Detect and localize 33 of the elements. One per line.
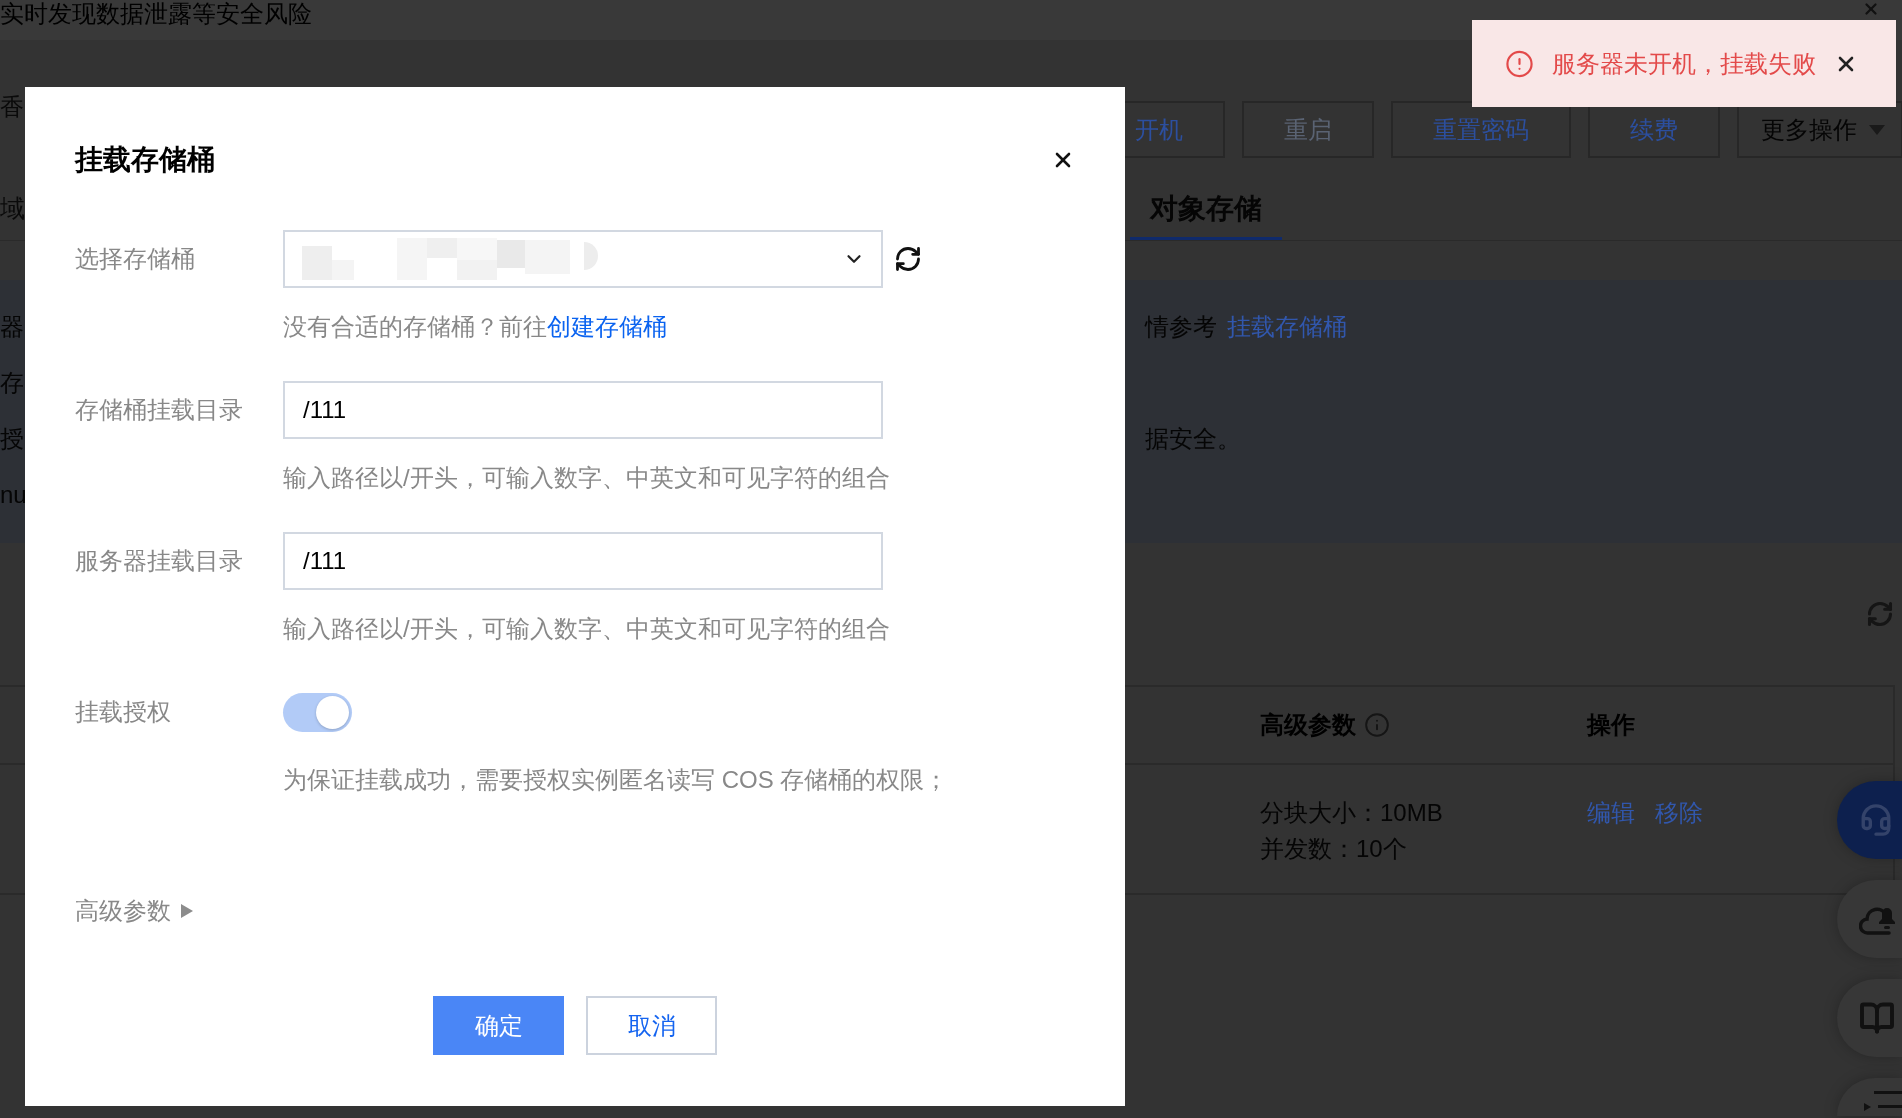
field-label: 存储桶挂载目录 xyxy=(75,395,243,425)
dialog-title: 挂载存储桶 xyxy=(75,144,215,176)
notice-text: 实时发现数据泄露等安全风险 xyxy=(0,0,312,28)
caret-icon xyxy=(1869,124,1885,135)
book-icon xyxy=(1859,1000,1895,1036)
create-bucket-link[interactable]: 创建存储桶 xyxy=(547,313,667,340)
action-button[interactable]: 重置密码 xyxy=(1391,101,1571,158)
list-button[interactable] xyxy=(1837,1078,1902,1116)
row-action-link[interactable]: 移除 xyxy=(1655,795,1703,831)
support-button[interactable] xyxy=(1837,781,1902,859)
field-label: 服务器挂载目录 xyxy=(75,546,243,576)
help-text: 输入路径以/开头，可输入数字、中英文和可见字符的组合 xyxy=(283,463,890,493)
notification-button[interactable] xyxy=(1837,880,1902,958)
action-button[interactable]: 开机 xyxy=(1125,101,1225,158)
refresh-icon[interactable] xyxy=(894,245,922,273)
field-label: 挂载授权 xyxy=(75,697,171,727)
help-text: 没有合适的存储桶？前往创建存储桶 xyxy=(283,312,667,342)
info-icon[interactable] xyxy=(1364,712,1390,738)
help-text: 输入路径以/开头，可输入数字、中英文和可见字符的组合 xyxy=(283,614,890,644)
input-field[interactable]: /111 xyxy=(283,381,883,439)
confirm-button[interactable]: 确定 xyxy=(433,996,564,1055)
advanced-toggle[interactable]: 高级参数 xyxy=(75,893,193,929)
docs-button[interactable] xyxy=(1837,979,1902,1057)
help-text: 为保证挂载成功，需要授权实例匿名读写 COS 存储桶的权限； xyxy=(283,765,949,795)
row-action-link[interactable]: 编辑 xyxy=(1587,795,1635,831)
list-icon xyxy=(1864,1091,1902,1113)
mount-bucket-link[interactable]: 挂载存储桶 xyxy=(1227,313,1347,340)
bucket-select[interactable] xyxy=(283,230,883,288)
field-label: 选择存储桶 xyxy=(75,244,195,274)
toast-message: 服务器未开机，挂载失败 xyxy=(1552,48,1816,79)
cancel-button[interactable]: 取消 xyxy=(586,996,717,1055)
input-field[interactable]: /111 xyxy=(283,532,883,590)
headset-icon xyxy=(1859,803,1893,837)
